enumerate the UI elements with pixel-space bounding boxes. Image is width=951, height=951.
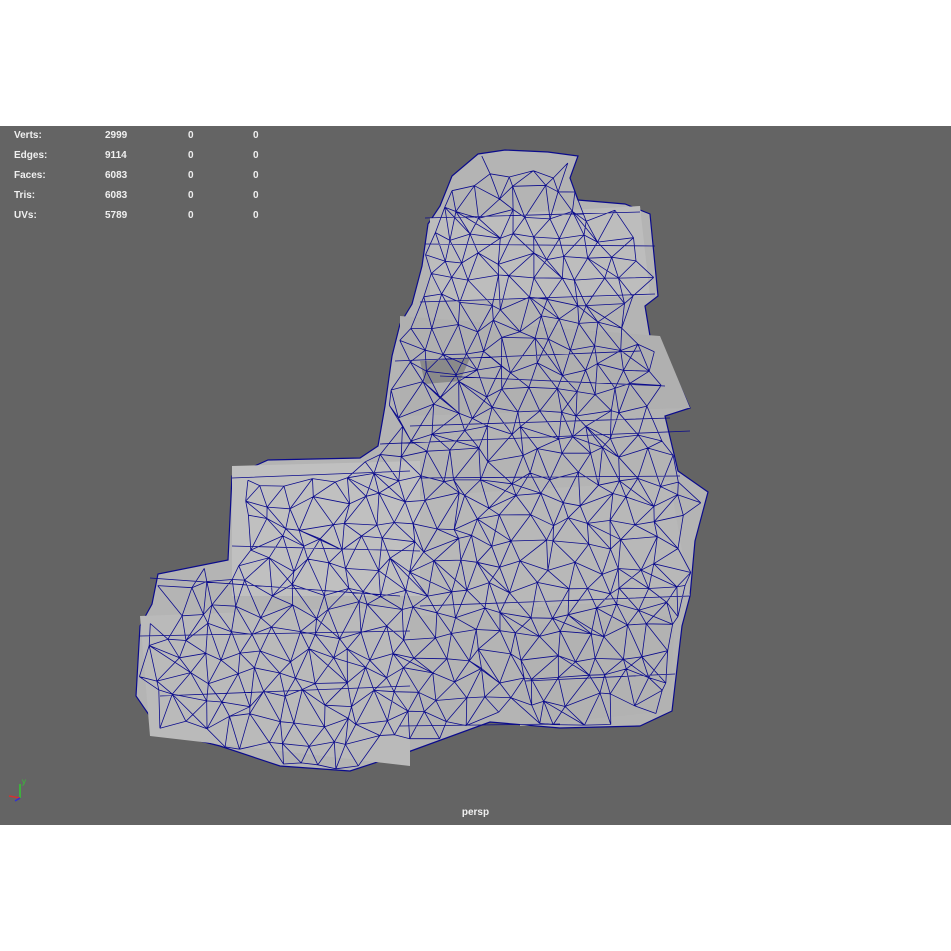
- hud-row-tris: Tris: 6083 0 0: [14, 190, 259, 201]
- axis-gizmo-icon: y: [8, 777, 26, 802]
- hud-row-edges: Edges: 9114 0 0: [14, 150, 259, 161]
- camera-name-label: persp: [461, 807, 490, 818]
- hud-row-verts: Verts: 2999 0 0: [14, 130, 259, 141]
- y-axis-label: y: [22, 777, 26, 786]
- poly-count-hud: Verts: 2999 0 0 Edges: 9114 0 0 Faces: 6…: [14, 126, 274, 226]
- rock-mesh-wireframe[interactable]: [0, 126, 951, 825]
- x-axis-line: [8, 795, 21, 799]
- hud-row-faces: Faces: 6083 0 0: [14, 170, 259, 181]
- z-axis-line: [14, 797, 21, 802]
- 3d-viewport[interactable]: Verts: 2999 0 0 Edges: 9114 0 0 Faces: 6…: [0, 126, 951, 825]
- hud-row-uvs: UVs: 5789 0 0: [14, 210, 259, 221]
